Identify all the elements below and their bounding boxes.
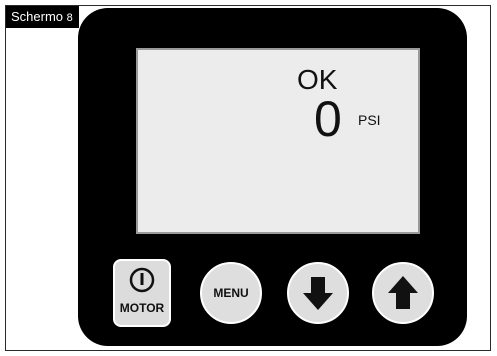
pressure-unit: PSI	[358, 112, 381, 128]
pressure-value: 0	[314, 91, 342, 147]
screen-caption: Schermo 8	[6, 6, 79, 28]
motor-button-label: MOTOR	[119, 301, 165, 315]
down-button[interactable]	[287, 262, 349, 324]
up-button[interactable]	[372, 262, 434, 324]
power-icon	[129, 267, 155, 293]
caption-number: 8	[66, 12, 73, 24]
menu-button[interactable]: MENU	[200, 262, 262, 324]
caption-label: Schermo	[11, 9, 64, 24]
motor-button[interactable]: MOTOR	[113, 259, 171, 327]
controller-device: OK 0 PSI MOTOR MENU	[78, 8, 467, 346]
lcd-display: OK 0 PSI	[136, 48, 420, 234]
arrow-up-icon	[388, 276, 418, 309]
menu-button-label: MENU	[213, 286, 249, 300]
status-text: OK	[297, 64, 338, 95]
arrow-down-icon	[303, 277, 333, 310]
